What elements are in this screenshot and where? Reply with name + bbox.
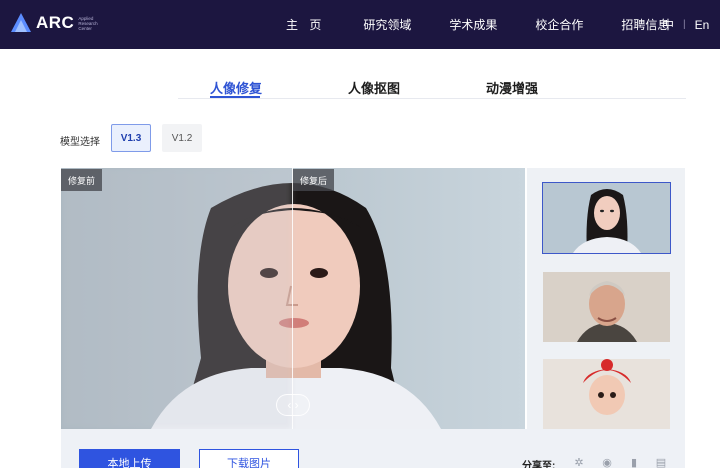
tab-portrait-matting[interactable]: 人像抠图: [348, 78, 400, 97]
logo-subtitle: Applied Research Center: [78, 15, 98, 31]
language-switcher: 中 | En: [662, 0, 709, 49]
main-nav: 主 页 研究领域 学术成果 校企合作 招聘信息: [286, 0, 707, 49]
comparison-divider[interactable]: [292, 168, 293, 429]
lang-chinese[interactable]: 中: [662, 16, 674, 33]
nav-publications[interactable]: 学术成果: [449, 16, 497, 33]
thumbnail-older-man[interactable]: [543, 272, 670, 342]
model-option-v13[interactable]: V1.3: [111, 124, 151, 152]
nav-home[interactable]: 主 页: [286, 16, 325, 33]
nav-research[interactable]: 研究领域: [363, 16, 411, 33]
tab-anime-enhance[interactable]: 动漫增强: [486, 78, 538, 97]
model-select-label: 模型选择: [60, 137, 100, 148]
arc-logo-icon: [11, 13, 31, 32]
download-button[interactable]: 下载图片: [199, 449, 299, 468]
upload-button[interactable]: 本地上传: [79, 449, 180, 468]
nav-cooperation[interactable]: 校企合作: [535, 16, 583, 33]
lang-separator: |: [683, 19, 686, 30]
tabs-divider: [178, 98, 686, 99]
settings-icon[interactable]: ✲: [573, 456, 585, 468]
thumbnail-baby-image: [543, 359, 670, 429]
thumbnail-woman-image: [543, 183, 670, 253]
model-option-v12[interactable]: V1.2: [162, 124, 202, 152]
bookmark-icon[interactable]: ▤: [655, 456, 667, 468]
lang-english[interactable]: En: [695, 18, 710, 32]
tab-portrait-restore[interactable]: 人像修复: [210, 78, 262, 97]
microphone-icon[interactable]: ▮: [628, 456, 640, 468]
thumbnail-young-woman[interactable]: [542, 182, 671, 254]
thumbnail-man-image: [543, 272, 670, 342]
logo-text: ARC: [36, 13, 75, 32]
after-label: 修复后: [293, 169, 335, 191]
arc-logo[interactable]: ARC Applied Research Center: [10, 12, 102, 34]
portrait-image: [61, 168, 525, 429]
comparison-preview[interactable]: [61, 168, 525, 429]
thumbnail-baby[interactable]: [543, 359, 670, 429]
comparison-slider-handle[interactable]: ‹ ›: [276, 394, 310, 416]
function-tabs: 人像修复 人像抠图 动漫增强: [0, 78, 720, 100]
before-label: 修复前: [61, 169, 103, 191]
weibo-icon[interactable]: ◉: [601, 456, 613, 468]
top-navigation-bar: ARC Applied Research Center 主 页 研究领域 学术成…: [0, 0, 720, 49]
share-label: 分享至:: [522, 461, 556, 468]
